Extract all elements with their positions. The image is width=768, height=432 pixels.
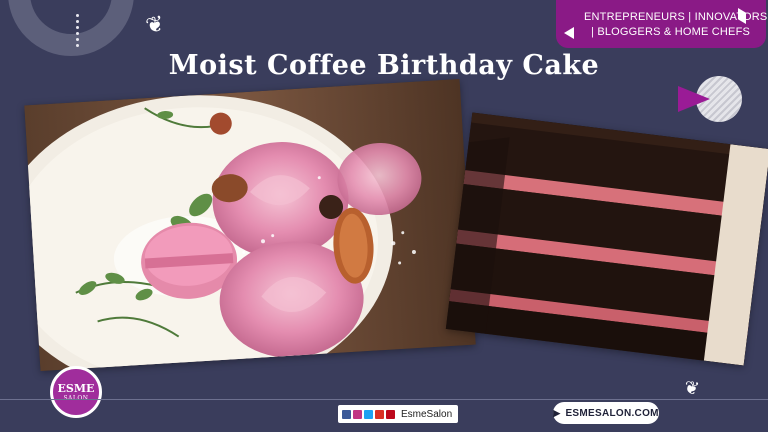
social-handle: EsmeSalon [401, 408, 453, 420]
cake-photo-image [24, 78, 476, 372]
pinterest-icon[interactable] [386, 409, 395, 419]
decorative-dots [74, 14, 82, 52]
butterfly-icon: ❦ [143, 11, 167, 40]
facebook-icon[interactable] [342, 409, 351, 419]
website-button[interactable]: ▶ ESMESALON.COM [553, 402, 659, 424]
cake-photo-whole [24, 78, 476, 372]
social-media-bar[interactable]: EsmeSalon [338, 405, 459, 423]
website-label: ESMESALON.COM [565, 407, 659, 419]
target-decoration [678, 76, 742, 126]
cake-slice-image [445, 112, 768, 366]
triangle-decoration [564, 27, 574, 39]
butterfly-icon: ❦ [682, 376, 701, 401]
logo-text-top: ESME [57, 381, 95, 395]
youtube-icon[interactable] [375, 409, 384, 419]
decorative-ring [8, 0, 134, 56]
cake-photo-slice [445, 112, 768, 366]
tagline-badge: ENTREPRENEURS | INNOVATORS | BLOGGERS & … [556, 0, 767, 48]
tagline-line-2: | BLOGGERS & HOME CHEFS [591, 26, 751, 38]
instagram-icon[interactable] [353, 409, 362, 419]
footer-divider [0, 399, 768, 400]
twitter-icon[interactable] [364, 409, 373, 419]
page-title: Moist Coffee Birthday Cake [168, 50, 600, 81]
play-arrow-icon: ▶ [553, 407, 561, 418]
esme-salon-logo[interactable]: ESME SALON [50, 366, 102, 418]
